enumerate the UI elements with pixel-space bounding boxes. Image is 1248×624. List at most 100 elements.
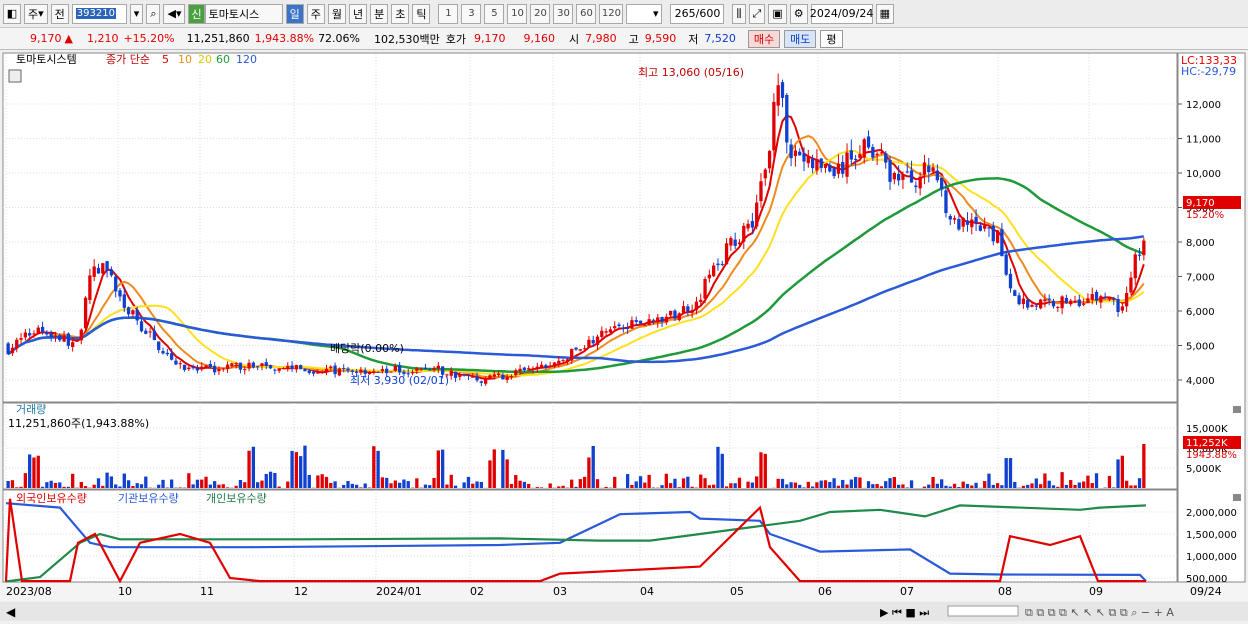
calendar-icon[interactable]: ▦: [876, 4, 894, 24]
volume-bar: [24, 473, 27, 488]
interval-3[interactable]: 3: [461, 4, 481, 24]
volume-close-icon[interactable]: [1233, 406, 1241, 413]
chart-area[interactable]: 토마토시스템 종가 단순 5 10 20 60 120 LC:133,33 HC…: [0, 51, 1248, 621]
volume-bar: [630, 485, 633, 488]
volume-badge-rate: 1943.88%: [1186, 450, 1237, 461]
interval-20[interactable]: 20: [530, 4, 550, 24]
volume-bar: [647, 475, 650, 488]
candle-body: [428, 370, 431, 371]
candle-body: [359, 370, 362, 373]
zoom-slider[interactable]: [948, 606, 1018, 616]
candle-body: [196, 368, 199, 370]
period-day[interactable]: 일: [286, 4, 304, 24]
period-month[interactable]: 월: [328, 4, 346, 24]
candle-body: [385, 369, 388, 373]
interval-10[interactable]: 10: [507, 4, 527, 24]
volume-bar: [970, 486, 973, 488]
volume-bar: [880, 486, 883, 488]
candle-body: [927, 166, 930, 172]
window-icon[interactable]: ◧: [3, 4, 21, 24]
avg-button[interactable]: 평: [820, 30, 842, 48]
period-second[interactable]: 초: [391, 4, 409, 24]
period-year[interactable]: 년: [349, 4, 367, 24]
candle-body: [342, 368, 345, 369]
volume-bar: [394, 481, 397, 488]
date-input[interactable]: 2024/09/24: [811, 4, 873, 24]
interval-5[interactable]: 5: [484, 4, 504, 24]
candle-body: [768, 151, 771, 169]
market-select[interactable]: 주▾: [24, 4, 48, 24]
change-rate: +15.20%: [123, 32, 174, 45]
period-tick[interactable]: 틱: [412, 4, 430, 24]
volume-bar: [179, 487, 182, 488]
interval-30[interactable]: 30: [553, 4, 573, 24]
date-axis-bg: [0, 583, 1248, 601]
volume-bar: [252, 447, 255, 488]
candle-icon[interactable]: ⫼: [732, 4, 745, 24]
sell-button[interactable]: 매도: [784, 30, 816, 48]
code-input[interactable]: 393210: [72, 4, 127, 24]
volume-bar: [157, 485, 160, 488]
date-tick-label: 06: [818, 585, 832, 598]
candle-body: [647, 319, 650, 325]
code-dropdown-icon[interactable]: ▾: [130, 4, 144, 24]
volume-bar: [37, 456, 40, 488]
candle-body: [1035, 306, 1038, 307]
period-week[interactable]: 주: [307, 4, 325, 24]
search-icon[interactable]: ⌕: [146, 4, 160, 24]
period-minute[interactable]: 분: [370, 4, 388, 24]
volume-bar: [402, 480, 405, 488]
save-icon[interactable]: ▣: [768, 4, 786, 24]
volume-bar: [209, 485, 212, 488]
volume-bar: [1125, 481, 1128, 488]
buy-button[interactable]: 매수: [748, 30, 780, 48]
volume-bar: [480, 482, 483, 488]
volume-bar: [940, 479, 943, 488]
nav-icons[interactable]: ▶ ⏮ ■ ⏭: [880, 606, 929, 619]
candle-body: [815, 159, 818, 171]
volume-bar: [557, 486, 560, 488]
volume-bar: [97, 478, 100, 488]
candle-body: [256, 366, 259, 367]
volume-bar: [1112, 487, 1115, 488]
interval-120[interactable]: 120: [599, 4, 623, 24]
candle-body: [794, 151, 797, 156]
speaker-icon[interactable]: ◀▾: [163, 4, 185, 24]
interval-1[interactable]: 1: [438, 4, 458, 24]
interval-dropdown-icon[interactable]: ▾: [626, 4, 662, 24]
candle-body: [1086, 298, 1089, 303]
candle-body: [1103, 297, 1106, 298]
stock-name[interactable]: 토마토시스: [205, 4, 283, 24]
table-icon[interactable]: [9, 70, 21, 82]
tool-icons[interactable]: ⧉ ⧉ ⧉ ⧉ ↖ ↖ ↖ ⧉ ⧉ ⌕ − + A: [1025, 606, 1174, 619]
scroll-left-icon[interactable]: ◀: [6, 605, 16, 619]
gear-icon[interactable]: ⚙: [790, 4, 808, 24]
holdings-close-icon[interactable]: [1233, 494, 1241, 501]
mode-button[interactable]: 전: [51, 4, 69, 24]
legend-ma5: 5: [162, 53, 169, 66]
candle-body: [153, 331, 156, 340]
candle-body: [170, 353, 173, 360]
candle-body: [854, 159, 857, 160]
volume-bar: [927, 485, 930, 488]
candle-body: [123, 294, 126, 307]
candle-body: [708, 275, 711, 279]
candle-body: [807, 156, 810, 163]
date-tick-label: 03: [553, 585, 567, 598]
candle-body: [570, 349, 573, 361]
candle-body: [789, 145, 792, 159]
chart-svg[interactable]: 토마토시스템 종가 단순 5 10 20 60 120 LC:133,33 HC…: [0, 51, 1248, 621]
candle-body: [454, 372, 457, 378]
main-legend-name[interactable]: 토마토시스템: [16, 53, 77, 66]
volume-bar: [875, 484, 878, 488]
volume-bar: [1069, 480, 1072, 488]
candle-body: [742, 226, 745, 242]
candle-body: [148, 331, 151, 332]
interval-60[interactable]: 60: [576, 4, 596, 24]
candle-body: [1121, 306, 1124, 310]
volume-bar: [118, 486, 121, 488]
candle-body: [179, 363, 182, 364]
count-input[interactable]: 265/600: [670, 4, 724, 24]
compare-icon[interactable]: ⤢: [749, 4, 766, 24]
candle-body: [62, 335, 65, 341]
